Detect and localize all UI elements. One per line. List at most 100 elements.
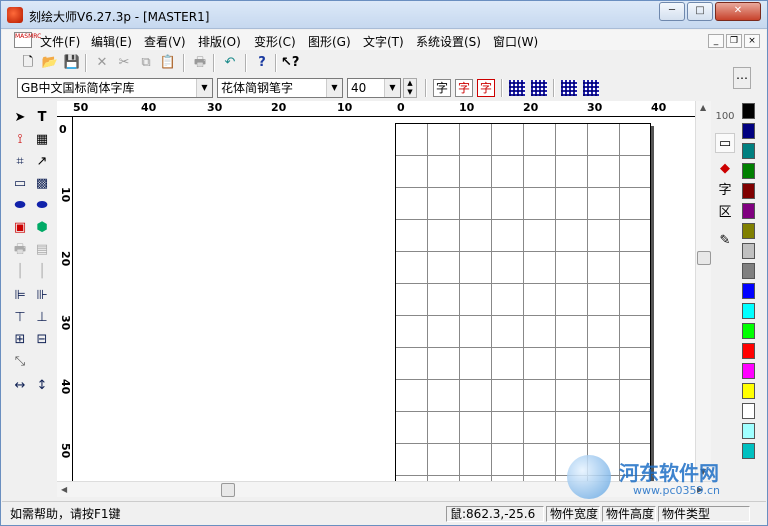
mdi-minimize-button[interactable]: _ [708, 34, 724, 48]
font-set-value: GB中文国标简体字库 [21, 81, 135, 95]
close-button[interactable]: ✕ [715, 2, 761, 21]
toolbar-separator [425, 79, 427, 97]
menu-graphics[interactable]: 图形(G) [308, 33, 351, 50]
grid-layout-icon[interactable] [509, 80, 525, 96]
open-folder-icon[interactable]: 📂 [41, 54, 59, 72]
text-style-button-2[interactable]: 字 [455, 79, 473, 97]
node-edit-icon[interactable]: ⟟ [11, 131, 29, 149]
mdi-close-button[interactable]: × [744, 34, 760, 48]
crop-tool-icon[interactable]: ⌗ [11, 153, 29, 171]
center-horizontal-icon[interactable]: ⊞ [11, 331, 29, 349]
zoom-level-icon[interactable]: 100 [715, 107, 735, 127]
ruler-label: 40 [651, 101, 667, 114]
horizontal-scroll-thumb[interactable] [221, 483, 235, 497]
vertical-scroll-thumb[interactable] [697, 251, 711, 265]
char-tool-button[interactable]: 字 [715, 181, 735, 201]
align-bottom-icon[interactable]: ⊥ [33, 309, 51, 327]
print-icon[interactable]: 🖶 [191, 54, 209, 72]
text-tool-icon[interactable]: T [33, 109, 51, 127]
cut-icon[interactable]: ✂ [115, 54, 133, 72]
font-size-spinner[interactable]: ▲ ▼ [403, 78, 417, 98]
equal-width-icon[interactable]: ↔ [11, 377, 29, 395]
shape-tool-icon[interactable]: ⬢ [33, 219, 51, 237]
color-fill-icon[interactable]: ◆ [715, 159, 735, 179]
save-icon[interactable]: 💾 [63, 54, 81, 72]
context-help-icon[interactable]: ↖? [281, 54, 299, 72]
rotate-text-icon[interactable]: ↗ [33, 153, 51, 171]
color-swatch[interactable] [742, 323, 755, 339]
color-swatch[interactable] [742, 243, 755, 259]
toolbar-separator [501, 79, 503, 97]
undo-icon[interactable]: ↶ [221, 54, 239, 72]
document-icon[interactable]: MASMRC [14, 32, 41, 48]
color-swatch[interactable] [742, 283, 755, 299]
color-swatch[interactable] [742, 103, 755, 119]
font-set-select[interactable]: GB中文国标简体字库 ▼ [17, 78, 213, 98]
scroll-up-icon[interactable]: ▲ [700, 103, 706, 112]
color-swatch[interactable] [742, 183, 755, 199]
mdi-restore-button[interactable]: ❐ [726, 34, 742, 48]
center-vertical-icon[interactable]: ⊟ [33, 331, 51, 349]
menu-layout[interactable]: 排版(O) [198, 33, 241, 50]
object-height-field: 物件高度 [602, 506, 656, 522]
chevron-down-icon[interactable]: ▼ [384, 79, 400, 97]
color-swatch[interactable] [742, 203, 755, 219]
material-page-grid[interactable] [395, 123, 651, 481]
menu-text[interactable]: 文字(T) [363, 33, 404, 50]
grid-align-icon[interactable] [561, 80, 577, 96]
weld-shape-icon[interactable]: ⬬ [11, 197, 29, 215]
maximize-button[interactable]: □ [687, 2, 713, 21]
menu-view[interactable]: 查看(V) [144, 33, 186, 50]
color-swatch[interactable] [742, 403, 755, 419]
new-file-icon[interactable]: 🗋 [19, 54, 37, 72]
chevron-down-icon[interactable]: ▼ [196, 79, 212, 97]
copy-icon[interactable]: ⧉ [137, 54, 155, 72]
paste-icon[interactable]: 📋 [159, 54, 177, 72]
scroll-left-icon[interactable]: ◀ [61, 485, 67, 494]
grid-distribute-icon[interactable] [583, 80, 599, 96]
vertical-scrollbar[interactable]: ▲ ▼ [695, 101, 711, 481]
align-top-icon[interactable]: ⊤ [11, 309, 29, 327]
delete-icon[interactable]: ✕ [93, 54, 111, 72]
minimize-button[interactable]: ─ [659, 2, 685, 21]
title-bar[interactable]: 刻绘大师V6.27.3p - [MASTER1] ─ □ ✕ [1, 1, 767, 29]
edit-object-icon[interactable]: ✎ [715, 231, 735, 251]
font-name-select[interactable]: 花体简钢笔字 ▼ [217, 78, 343, 98]
region-tool-button[interactable]: 区 [715, 203, 735, 223]
color-swatch[interactable] [742, 163, 755, 179]
color-swatch[interactable] [742, 143, 755, 159]
select-arrow-icon[interactable]: ➤ [11, 109, 29, 127]
color-swatch[interactable] [742, 423, 755, 439]
font-size-select[interactable]: 40 ▼ [347, 78, 401, 98]
text-style-button-1[interactable]: 字 [433, 79, 451, 97]
menu-edit[interactable]: 编辑(E) [91, 33, 132, 50]
color-swatch[interactable] [742, 303, 755, 319]
menu-transform[interactable]: 变形(C) [254, 33, 296, 50]
picture-tool-icon[interactable]: ▣ [11, 219, 29, 237]
frame-tool-icon[interactable]: ▭ [715, 133, 735, 153]
chevron-down-icon[interactable]: ▼ [326, 79, 342, 97]
fit-text-icon[interactable]: ▭ [11, 175, 29, 193]
drawing-canvas[interactable] [73, 117, 695, 481]
color-swatch[interactable] [742, 223, 755, 239]
grid-dense-icon[interactable] [531, 80, 547, 96]
color-swatch[interactable] [742, 263, 755, 279]
layout-tool-icon[interactable]: ▩ [33, 175, 51, 193]
color-swatch[interactable] [742, 343, 755, 359]
menu-system-settings[interactable]: 系统设置(S) [416, 33, 481, 50]
ellipse-tool-icon[interactable]: ⬬ [33, 197, 51, 215]
align-left-icon[interactable]: ⊫ [11, 287, 29, 305]
color-swatch[interactable] [742, 363, 755, 379]
menu-window[interactable]: 窗口(W) [493, 33, 538, 50]
watermark-url: www.pc0359.cn [633, 484, 721, 497]
equal-height-icon[interactable]: ↕ [33, 377, 51, 395]
mirror-tool-icon[interactable]: ⤡ [11, 353, 29, 371]
color-swatch[interactable] [742, 383, 755, 399]
text-style-button-3[interactable]: 字 [477, 79, 495, 97]
align-right-icon[interactable]: ⊪ [33, 287, 51, 305]
menu-file[interactable]: 文件(F) [40, 33, 80, 50]
color-swatch[interactable] [742, 123, 755, 139]
object-type-field: 物件类型 [658, 506, 750, 522]
image-tool-icon[interactable]: ▦ [33, 131, 51, 149]
help-icon[interactable]: ? [253, 54, 271, 72]
